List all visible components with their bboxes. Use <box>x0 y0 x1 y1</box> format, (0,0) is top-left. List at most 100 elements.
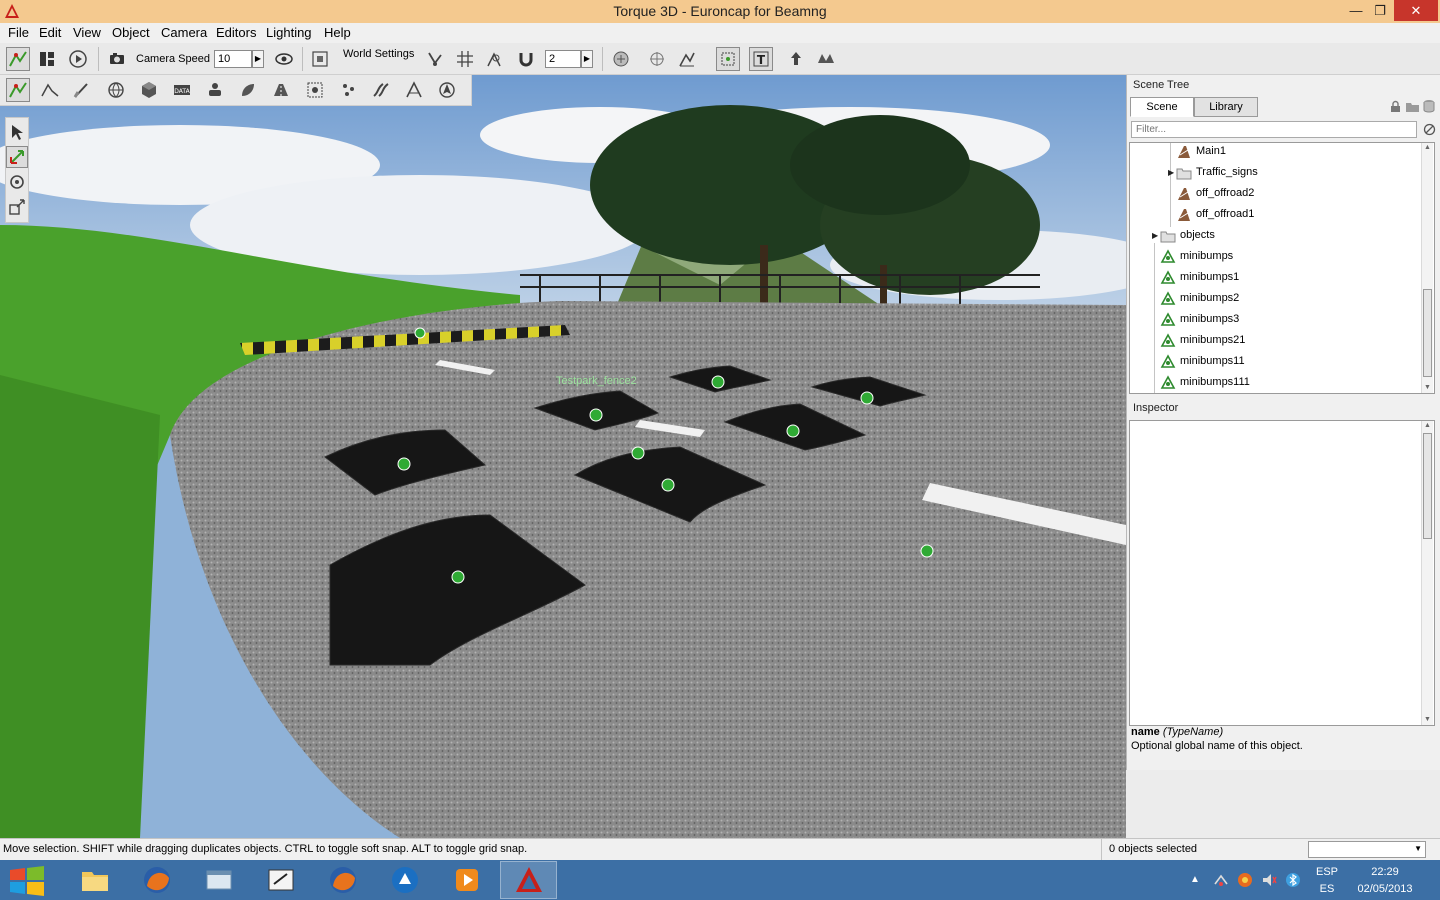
scale-tool-button[interactable] <box>6 196 28 218</box>
terrain-painter-tool[interactable] <box>70 78 94 102</box>
lock-icon[interactable] <box>1389 100 1402 113</box>
menu-file[interactable]: File <box>8 25 29 40</box>
maximize-button[interactable]: ❐ <box>1366 0 1394 21</box>
terrain-snap-button[interactable] <box>484 47 508 71</box>
tree-item-objects[interactable]: objects <box>1160 225 1215 246</box>
road-editor-tool[interactable] <box>269 78 293 102</box>
gui-editor-button[interactable] <box>35 47 59 71</box>
sky-editor-tool[interactable] <box>104 78 128 102</box>
camera-speed-input[interactable]: 10 <box>214 50 252 68</box>
windows-start-icon[interactable] <box>8 866 46 896</box>
scroll-up-icon[interactable]: ▲ <box>1422 143 1433 153</box>
object-editor-tool[interactable] <box>6 78 30 102</box>
tab-library[interactable]: Library <box>1194 97 1258 117</box>
expand-arrow-icon[interactable]: ▶ <box>1168 168 1174 177</box>
tree-item-minibumps11[interactable]: minibumps11 <box>1160 351 1245 372</box>
forest-editor-tool[interactable] <box>236 78 260 102</box>
text-label-button[interactable]: T <box>749 47 773 71</box>
menu-editors[interactable]: Editors <box>216 25 256 40</box>
close-button[interactable]: ✕ <box>1394 0 1438 21</box>
inspector-scrollbar[interactable]: ▲ ▼ <box>1421 421 1433 725</box>
3d-viewport[interactable]: Testpark_fence2 <box>0 75 1126 838</box>
menu-view[interactable]: View <box>73 25 101 40</box>
select-tool-button[interactable] <box>6 121 28 143</box>
tree-item-traffic-signs[interactable]: Traffic_signs <box>1176 162 1258 183</box>
transform-space-button[interactable] <box>675 47 699 71</box>
decal-editor-tool[interactable] <box>303 78 327 102</box>
play-game-button[interactable] <box>66 47 90 71</box>
taskbar-torque3d[interactable] <box>500 861 557 899</box>
menu-object[interactable]: Object <box>112 25 150 40</box>
shape-editor-tool[interactable] <box>203 78 227 102</box>
delete-icon[interactable] <box>1423 99 1435 113</box>
tree-item-minibumps[interactable]: minibumps <box>1160 246 1233 267</box>
taskbar-file-explorer[interactable] <box>66 861 123 899</box>
menu-lighting[interactable]: Lighting <box>266 25 312 40</box>
select-mode-button[interactable] <box>716 47 740 71</box>
particle-editor-tool[interactable] <box>337 78 361 102</box>
security-icon[interactable] <box>1237 872 1253 888</box>
tree-item-off-offroad1[interactable]: off_offroad1 <box>1176 204 1254 225</box>
tree-item-minibumps111[interactable]: minibumps111 <box>1160 372 1250 393</box>
menu-help[interactable]: Help <box>324 25 351 40</box>
grid-size-input[interactable]: 2 <box>545 50 581 68</box>
scroll-down-icon[interactable]: ▼ <box>1422 715 1433 725</box>
scene-tree-scrollbar[interactable]: ▲ ▼ <box>1421 143 1433 393</box>
scrollbar-thumb[interactable] <box>1423 433 1432 539</box>
clear-filter-icon[interactable] <box>1423 123 1436 136</box>
grid-size-arrow-button[interactable]: ▶ <box>581 50 593 68</box>
status-dropdown[interactable]: ▼ <box>1308 841 1426 858</box>
bounds-button[interactable] <box>609 47 633 71</box>
scroll-up-icon[interactable]: ▲ <box>1422 421 1433 431</box>
object-center-button[interactable] <box>645 47 669 71</box>
scene-filter-input[interactable] <box>1131 121 1417 138</box>
rotate-tool-button[interactable] <box>6 171 28 193</box>
material-editor-tool[interactable] <box>137 78 161 102</box>
clock-time[interactable]: 22:29 <box>1352 866 1418 878</box>
scene-tree-list[interactable]: Main1 ▶ Traffic_signs off_offroad2 off_o… <box>1129 142 1435 394</box>
taskbar-explorer-window[interactable] <box>190 861 247 899</box>
inspector-fields[interactable]: ▲ ▼ <box>1129 420 1435 726</box>
camera-button[interactable] <box>105 47 129 71</box>
nav-editor-tool[interactable] <box>435 78 459 102</box>
taskbar-media-player[interactable] <box>438 861 495 899</box>
scrollbar-thumb[interactable] <box>1423 289 1432 377</box>
tree-item-main1[interactable]: Main1 <box>1176 143 1226 162</box>
terrain-editor-tool[interactable] <box>38 78 62 102</box>
taskbar-firefox[interactable] <box>128 861 185 899</box>
volume-icon[interactable] <box>1261 872 1277 888</box>
bluetooth-icon[interactable] <box>1285 872 1301 888</box>
keyboard-language-sub[interactable]: ES <box>1312 883 1342 895</box>
menu-edit[interactable]: Edit <box>39 25 61 40</box>
network-icon[interactable] <box>1213 872 1229 888</box>
tray-expand-icon[interactable]: ▲ <box>1190 874 1200 885</box>
magnet-snap-button[interactable] <box>514 47 538 71</box>
move-tool-button[interactable] <box>6 146 28 168</box>
tree-item-off-offroad2[interactable]: off_offroad2 <box>1176 183 1254 204</box>
tree-item-minibumps21[interactable]: minibumps21 <box>1160 330 1245 351</box>
visibility-button[interactable] <box>272 47 296 71</box>
grid-snap-button[interactable] <box>453 47 477 71</box>
world-settings-label[interactable]: World Settings <box>343 48 414 60</box>
new-folder-icon[interactable] <box>1405 100 1420 113</box>
scroll-down-icon[interactable]: ▼ <box>1422 383 1433 393</box>
taskbar-app-terminal[interactable] <box>252 861 309 899</box>
tree-item-minibumps1[interactable]: minibumps1 <box>1160 267 1239 288</box>
tree-item-minibumps2[interactable]: minibumps2 <box>1160 288 1239 309</box>
datablock-editor-tool[interactable]: DATA <box>170 78 194 102</box>
expand-arrow-icon[interactable]: ▶ <box>1152 231 1158 240</box>
tree-item-minibumps3[interactable]: minibumps3 <box>1160 309 1239 330</box>
mission-area-button[interactable] <box>814 47 838 71</box>
river-editor-tool[interactable] <box>369 78 393 102</box>
snap-settings-button[interactable] <box>423 47 447 71</box>
keyboard-language[interactable]: ESP <box>1312 866 1342 878</box>
menu-camera[interactable]: Camera <box>161 25 207 40</box>
taskbar-firefox-2[interactable] <box>314 861 371 899</box>
clock-date[interactable]: 02/05/2013 <box>1352 883 1418 895</box>
mesh-road-editor-tool[interactable] <box>402 78 426 102</box>
world-editor-button[interactable] <box>6 47 30 71</box>
camera-speed-arrow-button[interactable]: ▶ <box>252 50 264 68</box>
fit-view-button[interactable] <box>308 47 332 71</box>
drop-object-button[interactable] <box>784 47 808 71</box>
taskbar-app-blue[interactable] <box>376 861 433 899</box>
